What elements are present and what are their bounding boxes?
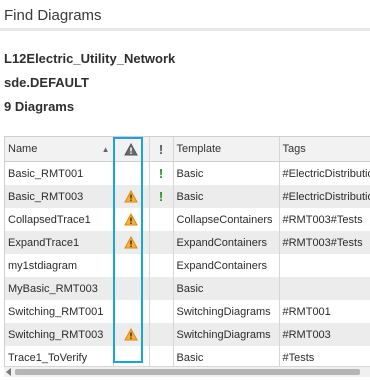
inconsistent-cell [149, 300, 174, 323]
inconsistent-cell [149, 208, 174, 231]
table-row[interactable]: Basic_RMT001! Basic #ElectricDistribution [5, 161, 370, 185]
table-row[interactable]: Trace1_ToVerify Basic #Tests [5, 346, 370, 367]
column-header-template[interactable]: Template [173, 137, 280, 162]
tags-cell[interactable]: #RMT003#Tests [279, 231, 370, 254]
inconsistent-cell [149, 323, 174, 346]
warning-cell [113, 208, 150, 231]
column-header-name[interactable]: Name ▲ [5, 137, 114, 162]
template-cell[interactable]: ExpandContainers [173, 254, 280, 277]
warning-cell [113, 323, 150, 346]
column-header-warning[interactable] [113, 137, 150, 162]
diagram-name-cell[interactable]: Basic_RMT003 [5, 185, 114, 208]
diagram-name-cell[interactable]: Trace1_ToVerify [5, 346, 114, 367]
table-row[interactable]: ExpandTrace1 ExpandContainers #RMT003#Test… [5, 231, 370, 254]
inconsistent-cell [149, 346, 174, 367]
table-row[interactable]: Switching_RMT001 SwitchingDiagrams #RMT001 [5, 300, 370, 323]
tags-cell[interactable] [279, 254, 370, 277]
template-cell[interactable]: SwitchingDiagrams [173, 300, 280, 323]
sort-ascending-icon[interactable]: ▲ [102, 145, 110, 154]
version-name: sde.DEFAULT [4, 75, 89, 90]
tags-cell[interactable]: #Tests [279, 346, 370, 367]
table-row[interactable]: Basic_RMT003! Basic #ElectricDistribution [5, 185, 370, 208]
table-row[interactable]: CollapsedTrace1 CollapseContainers #RMT003… [5, 208, 370, 231]
tags-cell[interactable] [279, 277, 370, 300]
warning-cell [113, 277, 150, 300]
warning-cell [113, 231, 150, 254]
tags-cell[interactable]: #RMT003 [279, 323, 370, 346]
tags-cell[interactable]: #ElectricDistribution [279, 185, 370, 208]
scroll-left-arrow-icon[interactable] [6, 368, 11, 376]
inconsistent-cell: ! [149, 161, 174, 185]
table-row[interactable]: my1stdiagram ExpandContainers [5, 254, 370, 277]
exclamation-icon: ! [158, 141, 164, 157]
column-header-inconsistent[interactable]: ! [149, 137, 174, 162]
warning-icon [124, 236, 138, 249]
template-cell[interactable]: CollapseContainers [173, 208, 280, 231]
diagram-name-cell[interactable]: my1stdiagram [5, 254, 114, 277]
warning-icon [124, 328, 138, 341]
warning-cell [113, 161, 150, 185]
template-cell[interactable]: Basic [173, 277, 280, 300]
template-cell[interactable]: ExpandContainers [173, 231, 280, 254]
inconsistent-cell [149, 231, 174, 254]
inconsistent-mark-icon: ! [158, 189, 164, 204]
table-row[interactable]: MyBasic_RMT003 Basic [5, 277, 370, 300]
warning-cell [113, 254, 150, 277]
title-divider [0, 28, 370, 31]
table-row[interactable]: Switching_RMT003 SwitchingDiagrams #RMT003 [5, 323, 370, 346]
warning-icon [124, 142, 138, 155]
diagram-count: 9 Diagrams [4, 99, 75, 114]
diagram-name-cell[interactable]: Basic_RMT001 [5, 161, 114, 185]
inconsistent-mark-icon: ! [158, 166, 164, 181]
tags-cell[interactable]: #RMT001 [279, 300, 370, 323]
tags-cell[interactable]: #ElectricDistribution [279, 161, 370, 185]
warning-cell [113, 346, 150, 367]
table-header-row: Name ▲ ! Template Tags [5, 137, 370, 162]
inconsistent-cell [149, 277, 174, 300]
tags-cell[interactable]: #RMT003#Tests [279, 208, 370, 231]
database-name: L12Electric_Utility_Network [4, 51, 176, 66]
diagram-name-cell[interactable]: Switching_RMT001 [5, 300, 114, 323]
warning-cell [113, 185, 150, 208]
warning-icon [124, 213, 138, 226]
diagram-name-cell[interactable]: Switching_RMT003 [5, 323, 114, 346]
diagrams-table: Name ▲ ! Template Tags Basic_RMT001! Basi… [4, 136, 370, 368]
column-header-name-label: Name [8, 143, 38, 155]
diagram-name-cell[interactable]: CollapsedTrace1 [5, 208, 114, 231]
diagram-name-cell[interactable]: MyBasic_RMT003 [5, 277, 114, 300]
template-cell[interactable]: Basic [173, 185, 280, 208]
template-cell[interactable]: Basic [173, 161, 280, 185]
inconsistent-cell [149, 254, 174, 277]
warning-cell [113, 300, 150, 323]
inconsistent-cell: ! [149, 185, 174, 208]
scrollbar-thumb[interactable] [15, 369, 360, 375]
warning-icon [124, 190, 138, 203]
diagram-name-cell[interactable]: ExpandTrace1 [5, 231, 114, 254]
template-cell[interactable]: SwitchingDiagrams [173, 323, 280, 346]
horizontal-scrollbar[interactable] [4, 366, 370, 377]
column-header-tags[interactable]: Tags [279, 137, 370, 162]
pane-title: Find Diagrams [4, 7, 102, 24]
template-cell[interactable]: Basic [173, 346, 280, 367]
